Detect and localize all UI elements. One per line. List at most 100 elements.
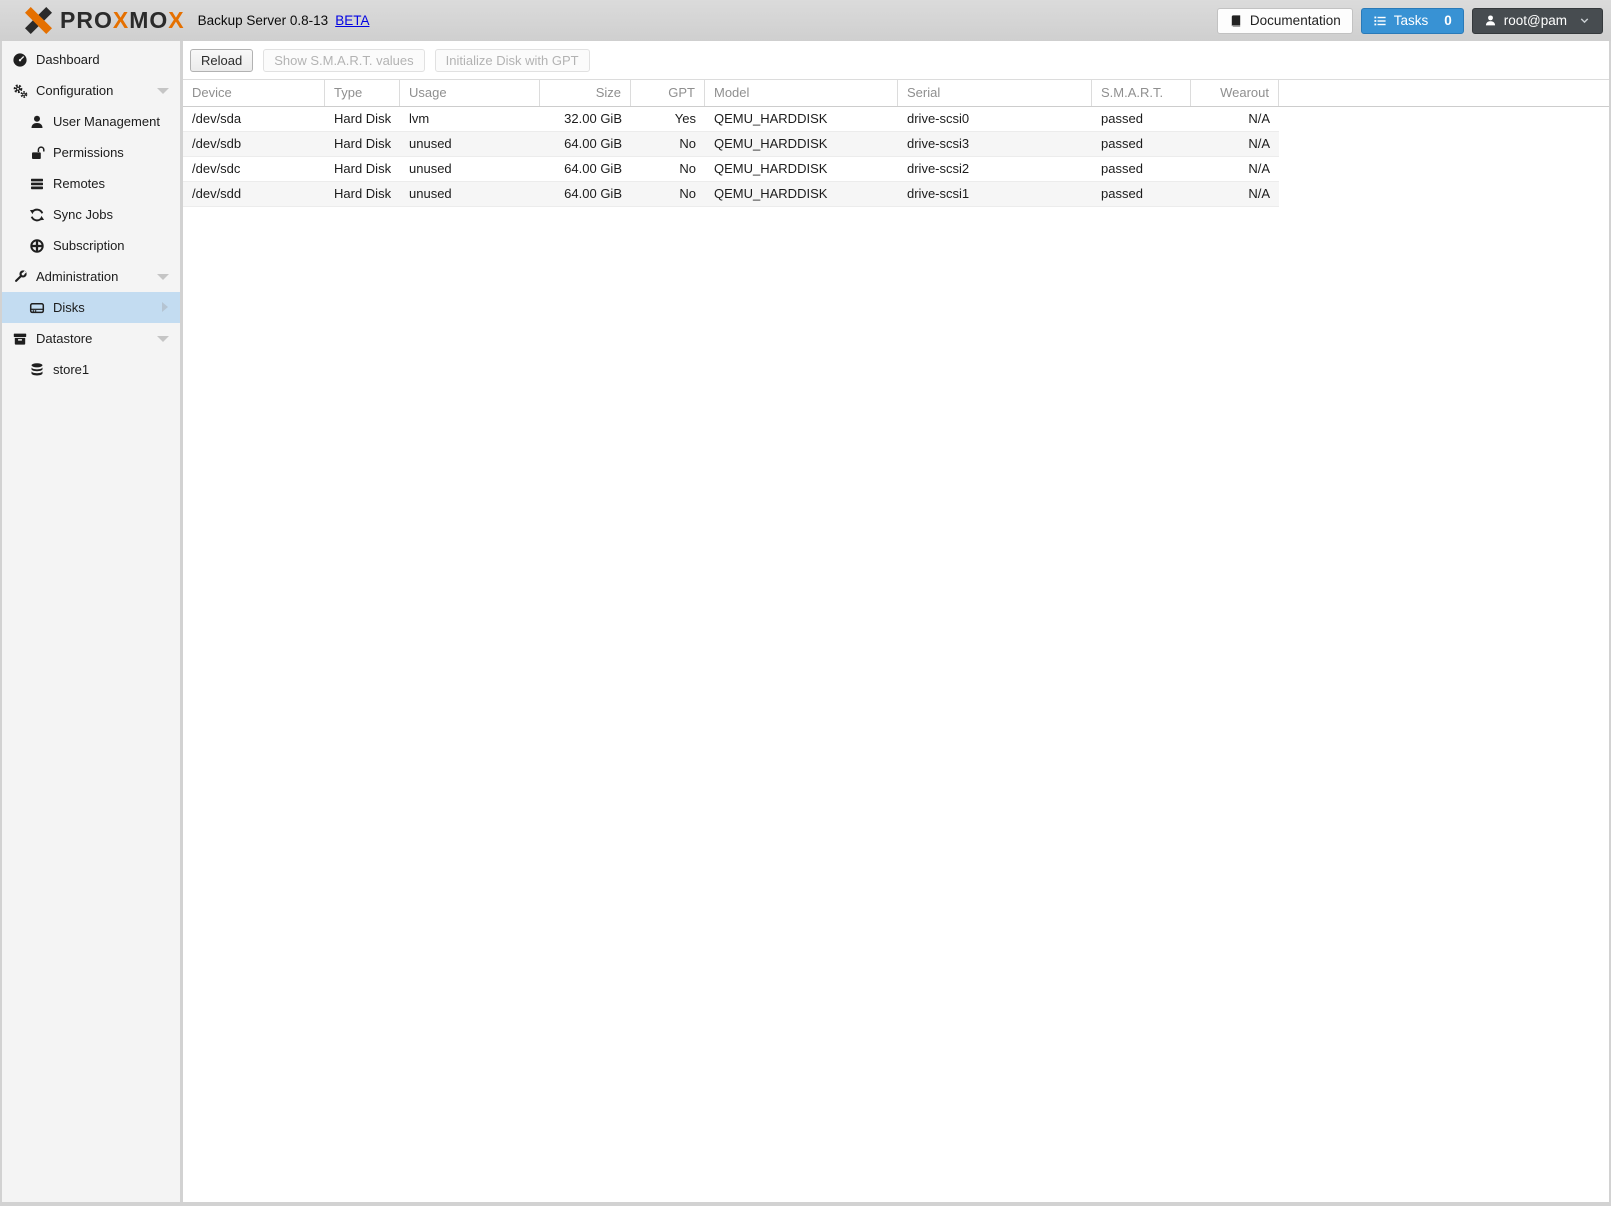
column-header-serial[interactable]: Serial [898,80,1092,106]
column-header-gpt[interactable]: GPT [631,80,705,106]
cell-model: QEMU_HARDDISK [714,136,828,151]
column-header-filler [1279,80,1609,106]
sidebar-item-administration[interactable]: Administration [2,261,180,292]
sidebar-item-label: store1 [53,362,90,377]
cell-serial: drive-scsi1 [907,186,970,201]
user-label: root@pam [1503,13,1567,28]
sidebar-item-disks[interactable]: Disks [2,292,180,323]
documentation-button[interactable]: Documentation [1216,7,1353,34]
sidebar-item-user-management[interactable]: User Management [2,106,180,137]
cell-type: Hard Disk [334,161,392,176]
sidebar-item-label: Disks [53,300,85,315]
cell-s-m-a-r-t-: passed [1101,111,1143,126]
column-header-wearout[interactable]: Wearout [1191,80,1279,106]
collapse-arrow-icon[interactable] [157,274,169,280]
initialize-gpt-button[interactable]: Initialize Disk with GPT [434,48,590,72]
chevron-down-icon [1578,14,1591,27]
unlock-icon [29,145,45,161]
sidebar-item-label: Remotes [53,176,106,191]
cell-device: /dev/sda [192,111,242,126]
reload-button[interactable]: Reload [190,48,254,72]
cell-usage: unused [409,186,452,201]
chevron-right-icon [162,302,168,312]
column-header-size[interactable]: Size [540,80,631,106]
column-header-s-m-a-r-t-[interactable]: S.M.A.R.T. [1092,80,1191,106]
cell-s-m-a-r-t-: passed [1101,161,1143,176]
cell-type: Hard Disk [334,186,392,201]
main-panel: Reload Show S.M.A.R.T. values Initialize… [183,41,1609,1202]
database-icon [29,362,45,378]
lifering-icon [29,238,45,254]
user-icon [29,114,45,130]
cell-model: QEMU_HARDDISK [714,161,828,176]
documentation-label: Documentation [1249,13,1341,28]
beta-link[interactable]: BETA [335,13,369,28]
cell-gpt: Yes [674,111,696,126]
tasks-label: Tasks [1393,13,1429,28]
cell-gpt: No [679,186,696,201]
sidebar-item-label: Dashboard [36,52,100,67]
sidebar-item-subscription[interactable]: Subscription [2,230,180,261]
sidebar-item-dashboard[interactable]: Dashboard [2,44,180,75]
cell-size: 32.00 GiB [564,111,622,126]
disks-toolbar: Reload Show S.M.A.R.T. values Initialize… [183,41,1609,79]
cell-usage: lvm [409,111,430,126]
sidebar-item-store1[interactable]: store1 [2,354,180,385]
sidebar-item-label: Administration [36,269,119,284]
sidebar-item-configuration[interactable]: Configuration [2,75,180,106]
cell-serial: drive-scsi3 [907,136,970,151]
archive-icon [12,331,28,347]
cell-device: /dev/sdc [192,161,241,176]
book-icon [1229,14,1243,28]
sidebar-nav: Dashboard Configuration User Management Per… [2,41,180,1202]
sidebar-item-datastore[interactable]: Datastore [2,323,180,354]
cell-wearout: N/A [1248,186,1270,201]
list-icon [1373,14,1387,28]
table-row[interactable]: /dev/sdb Hard Disk unused 64.00 GiB No QEMU_H… [183,132,1279,157]
grid-body: /dev/sda Hard Disk lvm 32.00 GiB Yes QEMU_HAR… [183,107,1609,1202]
cell-wearout: N/A [1248,136,1270,151]
tasks-button[interactable]: Tasks 0 [1360,7,1464,34]
cell-s-m-a-r-t-: passed [1101,186,1143,201]
column-header-usage[interactable]: Usage [400,80,540,106]
dashboard-icon [12,52,28,68]
sidebar-item-label: Sync Jobs [53,207,113,222]
sidebar-item-sync-jobs[interactable]: Sync Jobs [2,199,180,230]
collapse-arrow-icon[interactable] [157,88,169,94]
product-title: Backup Server 0.8-13 [197,13,329,28]
column-header-type[interactable]: Type [325,80,400,106]
user-menu-button[interactable]: root@pam [1471,7,1603,34]
cell-model: QEMU_HARDDISK [714,111,828,126]
cell-size: 64.00 GiB [564,186,622,201]
table-row[interactable]: /dev/sdd Hard Disk unused 64.00 GiB No QEMU_H… [183,182,1279,207]
table-row[interactable]: /dev/sdc Hard Disk unused 64.00 GiB No QEMU_H… [183,157,1279,182]
sidebar-item-label: Subscription [53,238,125,253]
sidebar-item-label: Datastore [36,331,93,346]
wrench-icon [12,269,28,285]
sidebar-item-permissions[interactable]: Permissions [2,137,180,168]
show-smart-values-button[interactable]: Show S.M.A.R.T. values [263,48,425,72]
cell-model: QEMU_HARDDISK [714,186,828,201]
cell-s-m-a-r-t-: passed [1101,136,1143,151]
cell-wearout: N/A [1248,111,1270,126]
cell-usage: unused [409,136,452,151]
cell-wearout: N/A [1248,161,1270,176]
column-header-model[interactable]: Model [705,80,898,106]
cell-device: /dev/sdd [192,186,242,201]
table-row[interactable]: /dev/sda Hard Disk lvm 32.00 GiB Yes QEMU_HAR… [183,107,1279,132]
column-header-device[interactable]: Device [183,80,325,106]
user-icon [1484,14,1497,27]
proxmox-x-icon [24,7,53,34]
cell-gpt: No [679,136,696,151]
proxmox-logo: PROXMOX [24,7,185,34]
sidebar-item-label: User Management [53,114,160,129]
cell-type: Hard Disk [334,136,392,151]
sidebar-item-remotes[interactable]: Remotes [2,168,180,199]
main-wrap: Dashboard Configuration User Management Per… [0,41,1611,1202]
cell-gpt: No [679,161,696,176]
app-header: PROXMOX Backup Server 0.8-13 BETA Docume… [0,0,1611,41]
cell-size: 64.00 GiB [564,136,622,151]
sync-icon [29,207,45,223]
cell-serial: drive-scsi0 [907,111,970,126]
collapse-arrow-icon[interactable] [157,336,169,342]
